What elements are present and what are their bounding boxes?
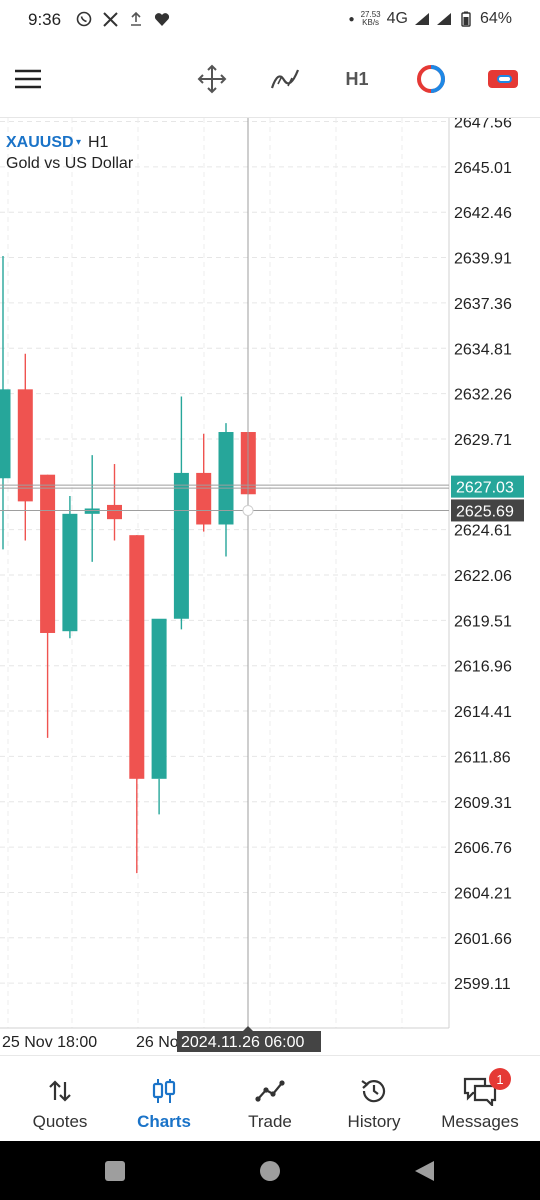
- price-axis-label: 2629.71: [454, 432, 512, 449]
- nav-quotes-label: Quotes: [32, 1112, 88, 1131]
- bid-price-label: 2627.03: [456, 480, 514, 497]
- indicators-button[interactable]: [268, 62, 302, 96]
- nav-history-label: History: [347, 1112, 401, 1131]
- whatsapp-icon: [76, 11, 92, 27]
- price-axis-label: 2624.61: [454, 523, 512, 540]
- price-axis-label: 2609.31: [454, 795, 512, 812]
- symbol-name[interactable]: XAUUSD: [6, 134, 74, 152]
- indicators-icon: [270, 69, 300, 89]
- trade-icon: [255, 1080, 285, 1102]
- time-axis-label: 26 No: [136, 1034, 179, 1051]
- status-bar: 9:36 ● 27.53 KB/s 4G 64%: [0, 0, 540, 40]
- recents-button[interactable]: [103, 1159, 127, 1183]
- trade-toggle-button[interactable]: [486, 62, 520, 96]
- candle-body: [129, 535, 145, 779]
- timeframe-label: H1: [345, 68, 369, 89]
- quotes-icon: [49, 1080, 71, 1102]
- signal-icon: [414, 11, 430, 27]
- nav-messages-label: Messages: [441, 1112, 519, 1131]
- nav-quotes[interactable]: Quotes: [6, 1056, 114, 1142]
- system-navigation-bar: [0, 1141, 540, 1200]
- candle-body: [0, 389, 11, 479]
- candle-body: [17, 389, 33, 502]
- menu-icon: [15, 69, 41, 89]
- one-click-trading-icon: [417, 65, 445, 93]
- price-axis-label: 2616.96: [454, 659, 512, 676]
- price-axis-label: 2639.91: [454, 251, 512, 268]
- signal-2-icon: [436, 11, 452, 27]
- price-axis-label: 2614.41: [454, 704, 512, 721]
- crosshair-move-icon: [197, 64, 227, 94]
- price-axis-label: 2637.36: [454, 296, 512, 313]
- status-time: 9:36: [28, 10, 62, 29]
- timeframe-button[interactable]: H1: [340, 62, 374, 96]
- price-chart[interactable]: 2647.56 2645.01 2642.46 2639.91 2637.36 2634.…: [0, 118, 540, 1055]
- price-axis-label: 2619.51: [454, 613, 512, 630]
- battery-icon: [458, 11, 474, 27]
- battery-percent: 64%: [479, 10, 512, 27]
- home-icon: [260, 1161, 280, 1181]
- bottom-navigation: Quotes Charts Trade History 1 Messages: [0, 1055, 540, 1141]
- crosshair-move-button[interactable]: [195, 62, 229, 96]
- price-axis-label: 2604.21: [454, 885, 512, 902]
- chart-timeframe: H1: [88, 134, 109, 151]
- messages-badge: 1: [489, 1068, 511, 1090]
- back-button[interactable]: [412, 1159, 436, 1183]
- notification-icons: [76, 11, 170, 27]
- price-axis-label: 2606.76: [454, 840, 512, 857]
- upload-icon: [128, 11, 144, 27]
- candle-body: [151, 618, 167, 779]
- nav-history[interactable]: History: [320, 1056, 428, 1142]
- price-axis-label: 2642.46: [454, 205, 512, 222]
- heart-icon: [154, 11, 170, 27]
- history-icon: [361, 1080, 386, 1103]
- candle-body: [62, 513, 78, 632]
- symbol-description: Gold vs US Dollar: [6, 155, 134, 172]
- network-type: 4G: [386, 10, 408, 27]
- back-icon: [415, 1161, 434, 1181]
- crosshair-point: [242, 504, 254, 516]
- chart-toolbar: H1: [0, 40, 540, 118]
- price-axis-label: 2632.26: [454, 387, 512, 404]
- price-axis-label: 2599.11: [454, 976, 511, 993]
- price-axis-label: 2647.56: [454, 118, 512, 132]
- candle-body: [107, 504, 122, 520]
- home-button[interactable]: [258, 1159, 282, 1183]
- recents-icon: [105, 1161, 125, 1181]
- net-speed: 27.53 KB/s: [361, 11, 381, 27]
- price-axis-label: 2611.86: [454, 749, 511, 766]
- candle-body: [84, 508, 100, 514]
- crosshair-price-label: 2625.69: [456, 503, 514, 520]
- symbol-dropdown-arrow-icon[interactable]: ▾: [76, 137, 81, 148]
- nav-charts[interactable]: Charts: [110, 1056, 218, 1142]
- nav-trade-label: Trade: [248, 1112, 292, 1131]
- candle-body: [40, 474, 56, 633]
- charts-icon: [152, 1079, 176, 1103]
- menu-button[interactable]: [11, 62, 45, 96]
- system-icons: ● 27.53 KB/s 4G 64%: [349, 10, 512, 28]
- crosshair-time-label: 2024.11.26 06:00: [181, 1034, 304, 1051]
- candle-body: [196, 472, 212, 525]
- trade-toggle-icon: [488, 70, 518, 88]
- nav-charts-label: Charts: [137, 1112, 191, 1131]
- nav-messages[interactable]: 1 Messages: [426, 1056, 534, 1142]
- chart-canvas[interactable]: 2647.56 2645.01 2642.46 2639.91 2637.36 2634.…: [0, 118, 540, 1055]
- time-axis-label: 25 Nov 18:00: [2, 1034, 97, 1051]
- price-axis-label: 2634.81: [454, 341, 512, 358]
- x-icon: [102, 11, 118, 27]
- dot-icon: ●: [348, 13, 355, 25]
- candle-body: [173, 472, 189, 619]
- price-axis-label: 2622.06: [454, 568, 512, 585]
- nav-trade[interactable]: Trade: [216, 1056, 324, 1142]
- price-axis-label: 2645.01: [454, 160, 512, 177]
- one-click-trading-button[interactable]: [414, 62, 448, 96]
- price-axis-label: 2601.66: [454, 931, 512, 948]
- net-speed-unit: KB/s: [362, 18, 380, 27]
